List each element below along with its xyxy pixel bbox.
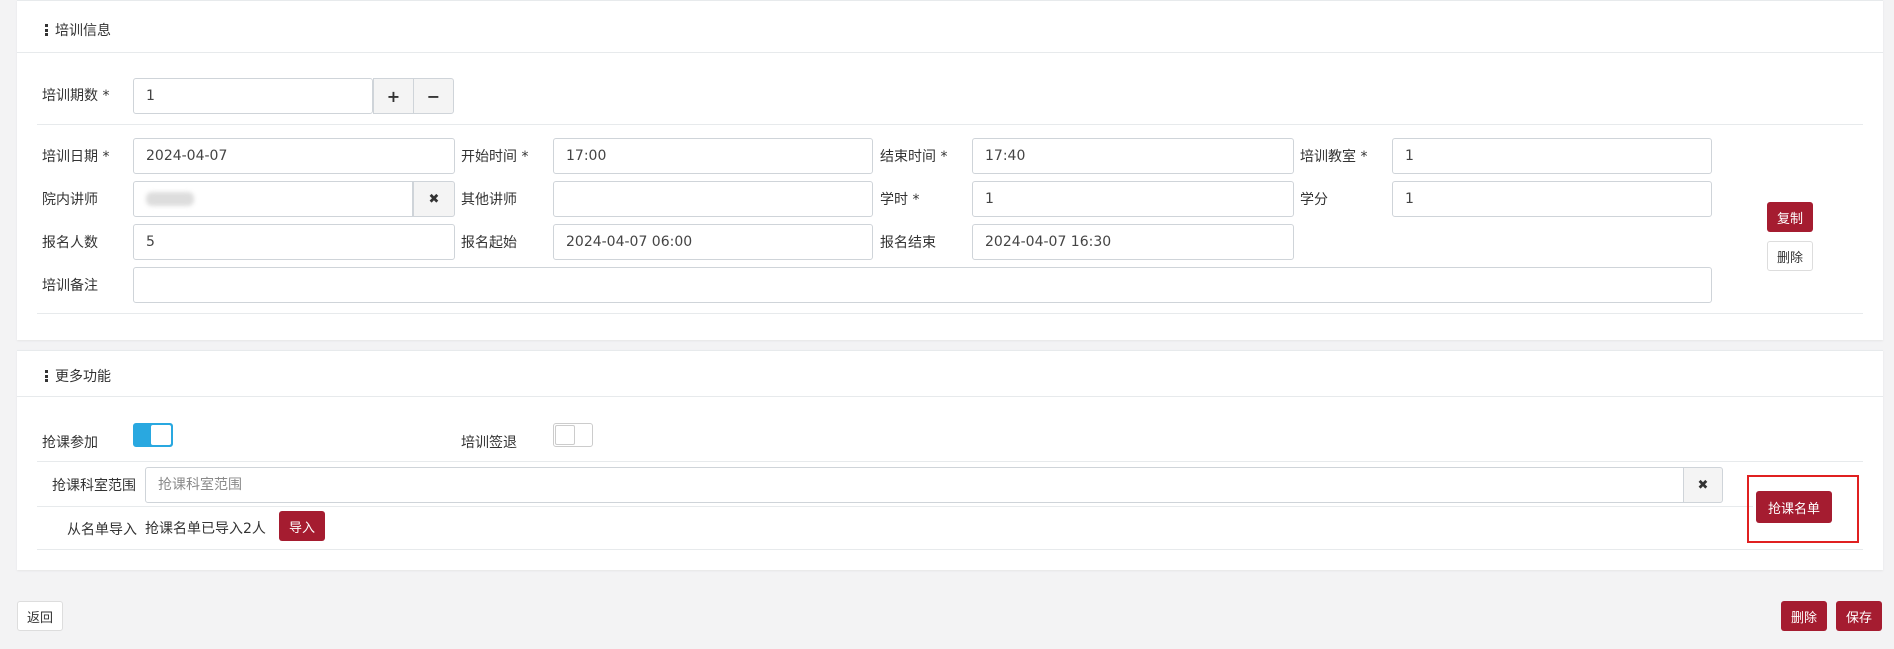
grab-course-toggle[interactable]: [133, 423, 173, 447]
panel-title: 更多功能: [55, 369, 111, 385]
enroll-end-label: 报名结束: [880, 235, 936, 251]
credit-label: 学分: [1300, 192, 1328, 208]
date-input[interactable]: 2024-04-07: [133, 138, 455, 174]
toggle-knob: [151, 425, 171, 445]
enroll-count-input[interactable]: 5: [133, 224, 455, 260]
toggle-knob: [555, 425, 575, 445]
divider: [37, 549, 1863, 550]
import-status-text: 抢课名单已导入2人: [145, 521, 266, 537]
clear-icon: ✖: [1697, 477, 1709, 493]
start-time-label: 开始时间 *: [461, 149, 529, 165]
dept-range-label: 抢课科室范围: [52, 478, 136, 494]
minus-button[interactable]: −: [413, 78, 454, 114]
vertical-dots-icon: [45, 370, 48, 384]
divider: [37, 124, 1863, 125]
end-time-label: 结束时间 *: [880, 149, 948, 165]
other-teacher-label: 其他讲师: [461, 192, 517, 208]
enroll-count-label: 报名人数: [42, 235, 98, 251]
training-info-panel: 培训信息 培训期数 * 1 + − 培训日期 * 2024-04-07 开始时间…: [17, 0, 1883, 340]
grab-course-label: 抢课参加: [42, 435, 98, 451]
clear-dept-range-button[interactable]: ✖: [1683, 467, 1723, 503]
delete-session-button[interactable]: 删除: [1767, 241, 1813, 271]
other-teacher-input[interactable]: [553, 181, 873, 217]
training-signout-label: 培训签退: [461, 435, 517, 451]
sessions-input[interactable]: 1: [133, 78, 373, 114]
dept-range-input[interactable]: 抢课科室范围: [145, 467, 1684, 503]
start-time-input[interactable]: 17:00: [553, 138, 873, 174]
divider: [37, 506, 1753, 507]
credit-input[interactable]: 1: [1392, 181, 1712, 217]
clear-teacher-button[interactable]: ✖: [413, 181, 455, 217]
plus-button[interactable]: +: [373, 78, 414, 114]
divider: [37, 461, 1863, 462]
sessions-label: 培训期数 *: [42, 88, 110, 104]
save-button[interactable]: 保存: [1836, 601, 1882, 631]
hours-input[interactable]: 1: [972, 181, 1294, 217]
end-time-input[interactable]: 17:40: [972, 138, 1294, 174]
hours-label: 学时 *: [880, 192, 920, 208]
divider: [37, 313, 1863, 314]
grab-list-button[interactable]: 抢课名单: [1756, 491, 1832, 523]
back-button[interactable]: 返回: [17, 601, 63, 631]
more-features-panel: 更多功能 抢课参加 培训签退 抢课科室范围 抢课科室范围 ✖ 从名单导入 抢课名…: [17, 350, 1883, 570]
classroom-label: 培训教室 *: [1300, 149, 1368, 165]
minus-icon: −: [426, 86, 441, 106]
enroll-start-label: 报名起始: [461, 235, 517, 251]
remark-input[interactable]: [133, 267, 1712, 303]
import-button[interactable]: 导入: [279, 511, 325, 541]
enroll-end-input[interactable]: 2024-04-07 16:30: [972, 224, 1294, 260]
enroll-start-input[interactable]: 2024-04-07 06:00: [553, 224, 873, 260]
date-label: 培训日期 *: [42, 149, 110, 165]
training-signout-toggle[interactable]: [553, 423, 593, 447]
vertical-dots-icon: [45, 24, 48, 38]
redacted-teacher-name: [146, 192, 194, 206]
panel-title: 培训信息: [55, 23, 111, 39]
inner-teacher-label: 院内讲师: [42, 192, 98, 208]
inner-teacher-input[interactable]: [133, 181, 413, 217]
delete-button[interactable]: 删除: [1781, 601, 1827, 631]
panel-header: 更多功能: [17, 351, 1883, 397]
plus-icon: +: [386, 86, 401, 106]
clear-icon: ✖: [428, 191, 440, 207]
panel-header: 培训信息: [17, 1, 1883, 53]
remark-label: 培训备注: [42, 278, 98, 294]
copy-button[interactable]: 复制: [1767, 202, 1813, 232]
import-from-list-label: 从名单导入: [67, 522, 137, 538]
classroom-input[interactable]: 1: [1392, 138, 1712, 174]
